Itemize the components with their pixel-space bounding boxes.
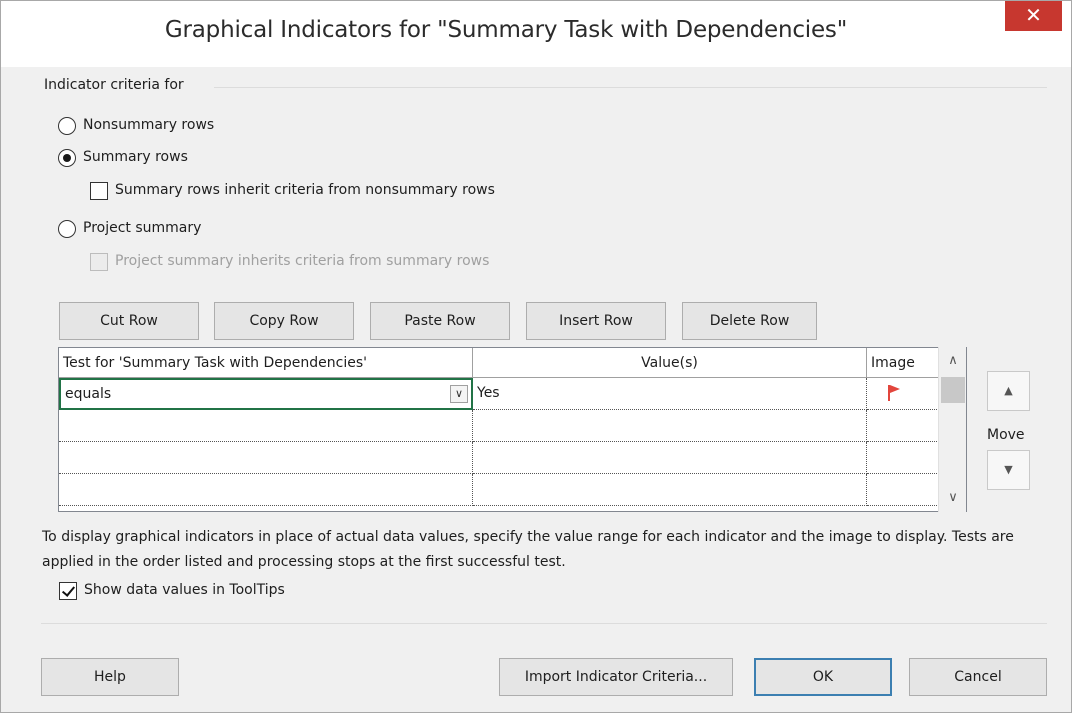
scrollbar-thumb[interactable] — [941, 377, 965, 403]
close-button[interactable]: ✕ — [1005, 1, 1062, 31]
paste-row-button[interactable]: Paste Row — [370, 302, 510, 340]
red-flag-icon — [888, 385, 900, 401]
dialog-window: Graphical Indicators for "Summary Task w… — [0, 0, 1072, 713]
table-row[interactable] — [867, 474, 939, 506]
ok-button[interactable]: OK — [754, 658, 892, 696]
delete-row-button[interactable]: Delete Row — [682, 302, 817, 340]
project-summary-label[interactable]: Project summary — [83, 220, 201, 236]
scroll-down-button[interactable]: ∨ — [939, 484, 967, 512]
column-header-test[interactable]: Test for 'Summary Task with Dependencies… — [59, 348, 473, 378]
table-row[interactable] — [473, 474, 867, 506]
column-header-image[interactable]: Image — [867, 348, 939, 378]
test-dropdown-button[interactable]: ∨ — [450, 385, 468, 403]
table-row[interactable] — [59, 474, 473, 506]
dialog-title: Graphical Indicators for "Summary Task w… — [164, 17, 848, 43]
summary-inherit-label[interactable]: Summary rows inherit criteria from nonsu… — [115, 182, 495, 198]
table-row[interactable] — [473, 410, 867, 442]
move-up-button[interactable]: ▲ — [987, 371, 1030, 411]
indicator-grid: Test for 'Summary Task with Dependencies… — [58, 347, 967, 512]
show-tooltips-checkbox[interactable] — [59, 582, 77, 600]
indicator-criteria-label: Indicator criteria for — [44, 77, 184, 93]
scroll-up-button[interactable]: ∧ — [939, 347, 967, 375]
project-summary-radio[interactable] — [58, 220, 76, 238]
summary-rows-label[interactable]: Summary rows — [83, 149, 188, 165]
cancel-button[interactable]: Cancel — [909, 658, 1047, 696]
project-inherit-label: Project summary inherits criteria from s… — [115, 253, 490, 269]
summary-rows-radio[interactable] — [58, 149, 76, 167]
summary-inherit-checkbox[interactable] — [90, 182, 108, 200]
image-cell[interactable] — [867, 378, 939, 410]
title-bar: Graphical Indicators for "Summary Task w… — [1, 1, 1071, 67]
copy-row-button[interactable]: Copy Row — [214, 302, 354, 340]
group-divider — [214, 87, 1047, 88]
move-label: Move — [987, 427, 1025, 443]
test-value: equals — [65, 386, 112, 402]
instruction-text: To display graphical indicators in place… — [42, 529, 1014, 570]
footer-divider — [41, 623, 1047, 624]
project-inherit-checkbox — [90, 253, 108, 271]
nonsummary-rows-label[interactable]: Nonsummary rows — [83, 117, 214, 133]
table-row[interactable] — [473, 442, 867, 474]
table-row[interactable] — [59, 410, 473, 442]
nonsummary-rows-radio[interactable] — [58, 117, 76, 135]
value-cell[interactable]: Yes — [473, 378, 867, 410]
import-criteria-button[interactable]: Import Indicator Criteria... — [499, 658, 733, 696]
table-row[interactable] — [867, 442, 939, 474]
column-header-values[interactable]: Value(s) — [473, 348, 867, 378]
test-cell[interactable]: equals ∨ — [59, 378, 473, 410]
table-row[interactable] — [59, 442, 473, 474]
cut-row-button[interactable]: Cut Row — [59, 302, 199, 340]
chevron-up-icon: ∧ — [948, 353, 958, 368]
help-button[interactable]: Help — [41, 658, 179, 696]
insert-row-button[interactable]: Insert Row — [526, 302, 666, 340]
close-icon: ✕ — [1025, 3, 1042, 27]
triangle-up-icon: ▲ — [1004, 384, 1013, 397]
grid-scrollbar[interactable]: ∧ ∨ — [938, 347, 966, 512]
table-row[interactable] — [867, 410, 939, 442]
chevron-down-icon: ∨ — [454, 387, 464, 400]
show-tooltips-label[interactable]: Show data values in ToolTips — [84, 582, 285, 598]
triangle-down-icon: ▼ — [1004, 463, 1013, 476]
chevron-down-icon: ∨ — [948, 490, 958, 505]
move-down-button[interactable]: ▼ — [987, 450, 1030, 490]
